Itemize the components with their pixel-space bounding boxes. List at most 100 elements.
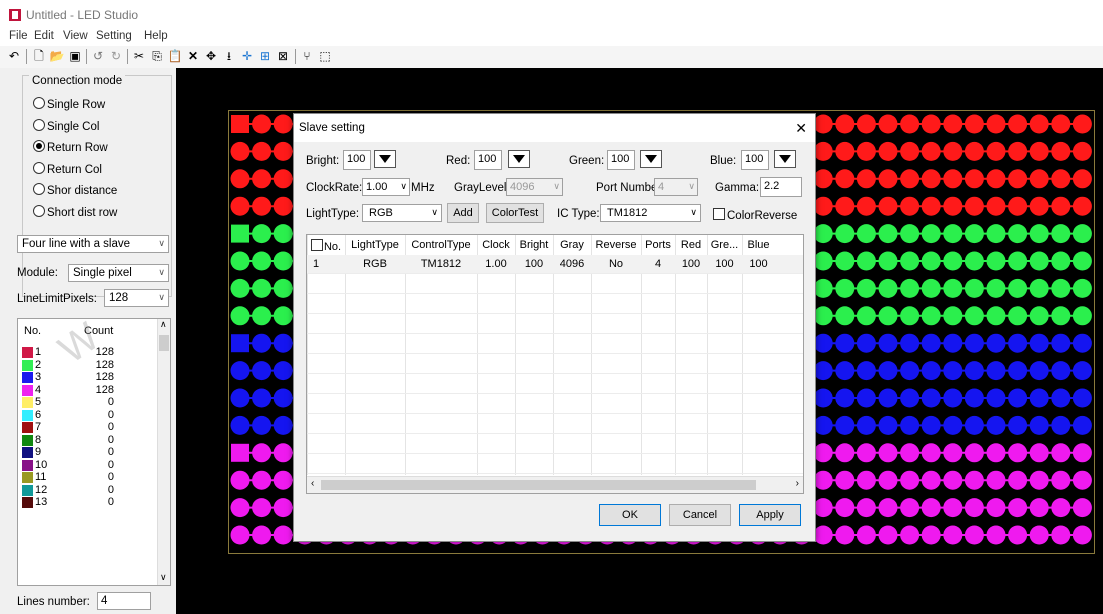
list-item[interactable]: 90 [18,446,158,459]
column-header[interactable]: Ports [641,239,675,251]
portnumber-select[interactable]: 4 ∨ [654,178,698,196]
red-dropdown-icon[interactable] [508,150,530,168]
led-pixel [252,470,272,490]
gamma-input[interactable]: 2.2 [760,177,802,197]
cut-icon[interactable]: ✂ [131,48,147,64]
redo-forward-icon[interactable]: ↻ [108,48,124,64]
radio-return-row[interactable]: Return Row [33,140,108,154]
line-mode-select[interactable]: Four line with a slave ∨ [17,235,169,253]
led-pixel [856,470,876,490]
menu-file[interactable]: File [9,30,28,42]
list-scrollbar[interactable]: ∧ ∨ [157,319,170,585]
line-limit-select[interactable]: 128 ∨ [104,289,169,307]
blue-input[interactable]: 100 [741,150,769,170]
paste-icon[interactable]: 📋 [167,48,183,64]
column-header[interactable]: Reverse [591,239,641,251]
arrow-down-icon[interactable]: ⭳ [221,48,237,64]
toolbar: ↶ 🗋 📂 ▣ ↺ ↻ ✂ ⎘ 📋 ✕ ✥ ⭳ ✛ ⊞ ⊠ ⑂ ⬚ [0,46,1103,69]
led-pixel [921,361,941,381]
list-item[interactable]: 80 [18,434,158,447]
ictype-select[interactable]: TM1812 ∨ [600,204,701,222]
column-header[interactable]: Bright [515,239,553,251]
new-file-icon[interactable]: 🗋 [31,48,47,64]
module-select[interactable]: Single pixel ∨ [68,264,169,282]
list-item[interactable]: 11 0 [18,471,158,484]
list-item[interactable]: 1 128 [18,346,158,359]
clockrate-select[interactable]: 1.00 ∨ [362,178,410,196]
add-button[interactable]: Add [447,203,479,223]
column-header[interactable]: Gre... [707,239,742,251]
scroll-thumb[interactable] [159,335,169,351]
lines-number-input[interactable]: 4 [97,592,151,610]
grid-icon[interactable]: ⊞ [257,48,273,64]
column-header[interactable]: Red [675,239,707,251]
list-item[interactable]: 12 0 [18,484,158,497]
cancel-button[interactable]: Cancel [669,504,731,526]
bright-input[interactable]: 100 [343,150,371,170]
scroll-left-icon[interactable]: ‹ [311,478,314,489]
led-pixel [1029,278,1049,298]
color-swatch [22,497,33,508]
ok-button[interactable]: OK [599,504,661,526]
radio-short-dist-row[interactable]: Short dist row [33,205,117,219]
scroll-up-icon[interactable]: ∧ [160,319,167,330]
menu-setting[interactable]: Setting [96,30,132,42]
list-item[interactable]: 60 [18,409,158,422]
column-header[interactable]: Clock [477,239,515,251]
radio-single-row[interactable]: Single Row [33,97,105,111]
crosshair-icon[interactable]: ✛ [239,48,255,64]
bright-dropdown-icon[interactable] [374,150,396,168]
green-dropdown-icon[interactable] [640,150,662,168]
red-input[interactable]: 100 [474,150,502,170]
led-pixel [943,388,963,408]
lighttype-select[interactable]: RGB ∨ [362,204,442,222]
undo-icon[interactable]: ↶ [6,48,22,64]
slave-table[interactable]: No. LightType ControlType Clock Bright Gray Re… [306,234,804,494]
scroll-thumb[interactable] [321,480,756,490]
led-pixel [856,141,876,161]
led-pixel [921,415,941,435]
select-all-checkbox-icon[interactable] [310,239,323,251]
move-icon[interactable]: ✥ [203,48,219,64]
menu-edit[interactable]: Edit [34,30,54,42]
apply-button[interactable]: Apply [739,504,801,526]
column-header[interactable]: Blue [742,239,775,251]
list-item[interactable]: 70 [18,421,158,434]
column-header[interactable]: ControlType [405,239,477,251]
copy-icon[interactable]: ⎘ [149,48,165,64]
menu-view[interactable]: View [63,30,88,42]
screen-icon[interactable]: ⬚ [317,48,333,64]
save-icon[interactable]: ▣ [67,48,83,64]
scroll-right-icon[interactable]: › [796,478,799,489]
list-item[interactable]: 4 128 [18,384,158,397]
green-input[interactable]: 100 [607,150,635,170]
scroll-down-icon[interactable]: ∨ [160,572,167,583]
delete-icon[interactable]: ✕ [185,48,201,64]
colortest-button[interactable]: ColorTest [486,203,544,223]
radio-shor-distance[interactable]: Shor distance [33,183,117,197]
list-item[interactable]: 2 128 [18,359,158,372]
blue-dropdown-icon[interactable] [774,150,796,168]
graylevel-select[interactable]: 4096 ∨ [506,178,563,196]
port-count-list[interactable]: No. Count 1 128 2 128 3 128 4 128 5 0 6 0 7 0 8 0 9 0 10 0 1… [17,318,171,586]
open-folder-icon[interactable]: 📂 [49,48,65,64]
redo-back-icon[interactable]: ↺ [90,48,106,64]
table-row[interactable]: 1 RGB TM1812 1.00 100 4096 No 4 100 100 100 [307,255,803,273]
binoculars-icon[interactable]: ⑂ [299,48,315,64]
close-icon[interactable]: ✕ [795,120,807,137]
list-item[interactable]: 13 0 [18,496,158,509]
column-header[interactable]: LightType [345,239,405,251]
radio-return-col[interactable]: Return Col [33,162,102,176]
select-box-icon[interactable]: ⊠ [275,48,291,64]
row-divider [307,413,803,414]
table-scrollbar[interactable]: ‹ › [307,476,803,493]
menu-help[interactable]: Help [144,30,168,42]
list-item[interactable]: 10 0 [18,459,158,472]
radio-single-col[interactable]: Single Col [33,119,99,133]
led-pixel [878,251,898,271]
colorreverse-checkbox[interactable]: ColorReverse [713,208,797,222]
column-header[interactable]: Gray [553,239,591,251]
list-item[interactable]: 50 [18,396,158,409]
list-item[interactable]: 3 128 [18,371,158,384]
header-no[interactable]: No. [307,239,345,253]
